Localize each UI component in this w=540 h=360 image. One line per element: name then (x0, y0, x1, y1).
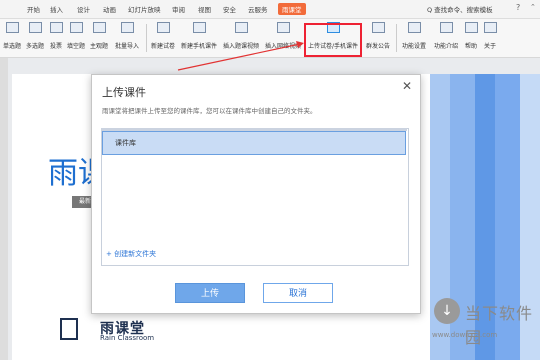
downxia-logo-icon: ↓ (434, 298, 460, 324)
upload-button[interactable]: 上传 (175, 283, 245, 303)
list-item-courseware-library[interactable]: 课件库 (102, 131, 406, 155)
dialog-title: 上传课件 (102, 86, 146, 99)
watermark-url: www.downxia.com (432, 331, 498, 339)
watermark-brand: 当下软件园 (465, 304, 534, 347)
dialog-description: 雨课堂将把课件上传至您的课件库，您可以在课件库中创建自己的文件夹。 (102, 107, 317, 115)
create-folder-link[interactable]: + 创建新文件夹 (106, 249, 156, 259)
cancel-button[interactable]: 取消 (263, 283, 333, 303)
close-icon[interactable]: ✕ (402, 79, 412, 93)
upload-courseware-dialog: 上传课件 ✕ 雨课堂将把课件上传至您的课件库，您可以在课件库中创建自己的文件夹。… (91, 74, 421, 314)
